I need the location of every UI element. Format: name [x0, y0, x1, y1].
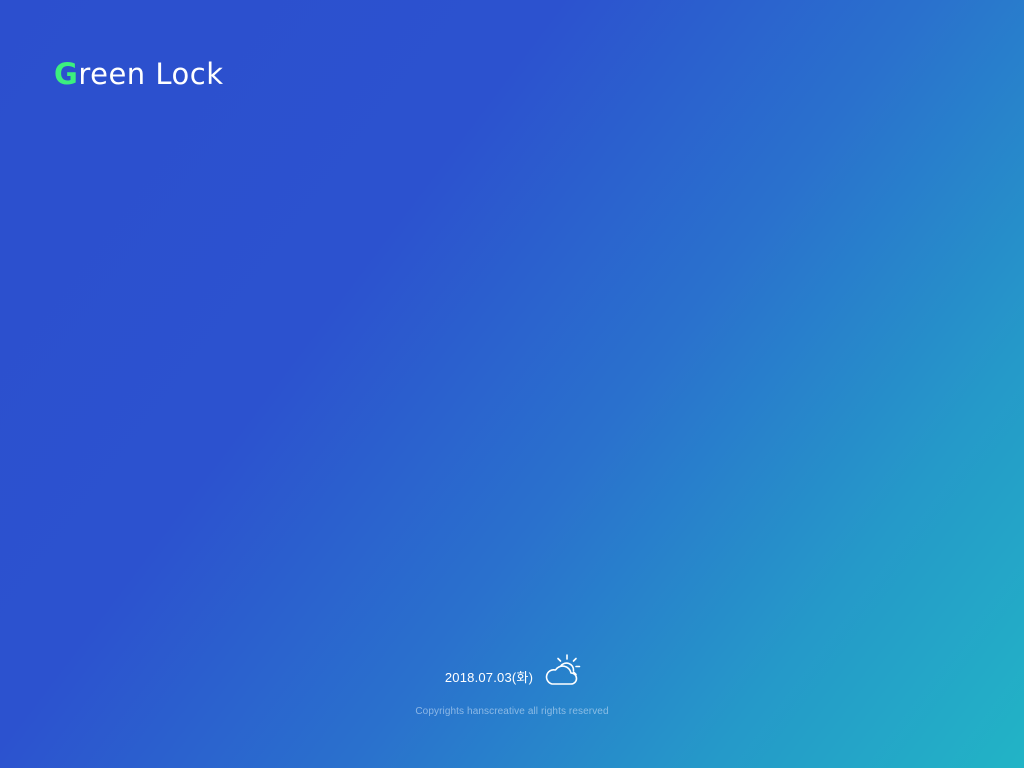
date-weather-row: 2018.07.03(화): [2, 648, 1024, 692]
date-label: 2018.07.03(화): [444, 669, 534, 685]
logo-rest: reen Lock: [78, 56, 224, 91]
partly-cloudy-icon: [543, 652, 583, 688]
copyright-text: Copyrights hanscreative all rights reser…: [415, 706, 609, 717]
lock-footer: 2018.07.03(화) Copyrights hanscreative al…: [0, 648, 1024, 717]
logo-first-letter: G: [54, 56, 79, 91]
app-logo: Green Lock: [54, 56, 224, 92]
